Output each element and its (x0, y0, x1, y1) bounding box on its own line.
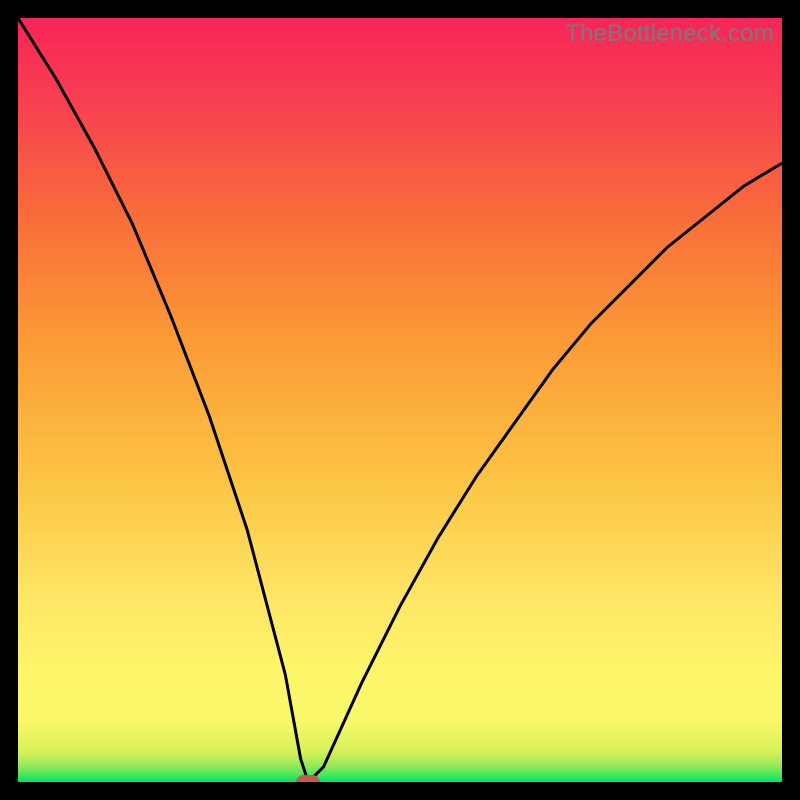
minimum-marker (296, 775, 320, 782)
bottleneck-curve (18, 18, 782, 782)
watermark-text: TheBottleneck.com (565, 20, 774, 48)
chart-frame: TheBottleneck.com (0, 0, 800, 800)
curve-path (18, 18, 782, 782)
plot-area: TheBottleneck.com (18, 18, 782, 782)
